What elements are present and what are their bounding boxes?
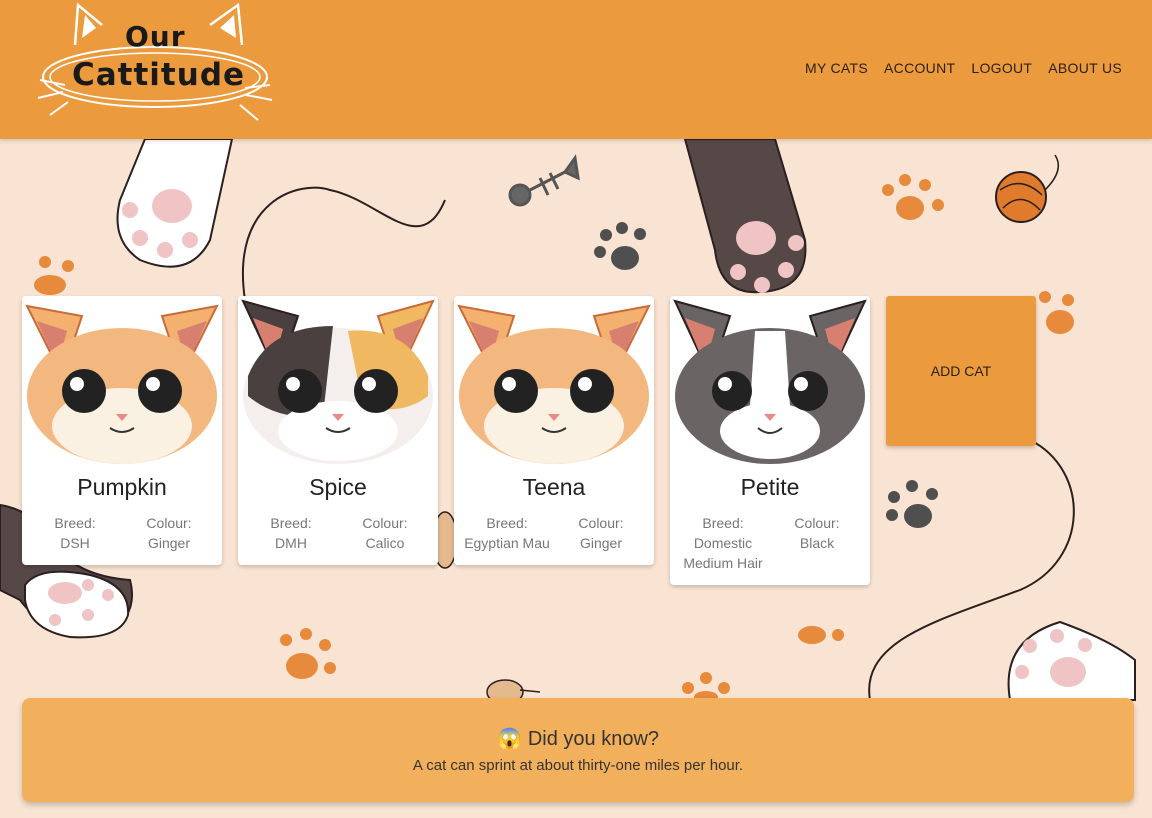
cat-name: Petite <box>740 474 800 500</box>
fishbone-icon <box>508 154 580 207</box>
add-cat-button[interactable]: ADD CAT <box>886 296 1036 446</box>
paw-print-icon <box>34 256 74 295</box>
cat-details: Breed: Domestic Medium Hair Colour: Black <box>670 501 870 585</box>
yarn-ball-icon <box>995 154 1060 223</box>
paw-print-icon <box>594 222 646 270</box>
nav-about-us[interactable]: ABOUT US <box>1048 60 1122 76</box>
breed-value: Egyptian Mau <box>464 535 550 551</box>
fact-body: A cat can sprint at about thirty-one mil… <box>412 757 744 774</box>
breed-value: DSH <box>60 535 90 551</box>
breed-value: DMH <box>275 535 307 551</box>
cat-face-image <box>670 296 870 466</box>
paw-print-icon <box>882 174 944 220</box>
fact-title-row: 😱 Did you know? <box>22 726 1134 751</box>
cat-details: Breed: Egyptian Mau Colour: Ginger <box>454 501 654 565</box>
colour-value: Ginger <box>147 535 191 551</box>
nav-logout[interactable]: LOGOUT <box>971 60 1032 76</box>
colour-label: Colour: <box>362 515 408 531</box>
site-header: Our Cattitude MY CATS ACCOUNT LOGOUT ABO… <box>0 0 1152 139</box>
cat-details: Breed: DSH Colour: Ginger <box>22 501 222 565</box>
breed-value: Domestic Medium Hair <box>683 535 763 571</box>
logo-line-1: Our <box>125 20 186 53</box>
cat-name: Teena <box>522 474 586 500</box>
white-paw-icon <box>116 139 234 268</box>
colour-value: Black <box>799 535 835 551</box>
fact-title: Did you know? <box>527 728 660 750</box>
nav-my-cats[interactable]: MY CATS <box>805 60 868 76</box>
dark-paw-icon <box>683 139 807 294</box>
breed-label: Breed: <box>270 515 312 531</box>
breed-label: Breed: <box>54 515 96 531</box>
colour-label: Colour: <box>794 515 840 531</box>
logo[interactable]: Our Cattitude <box>30 0 280 130</box>
paw-print-icon <box>886 480 938 528</box>
cat-face-image <box>238 296 438 466</box>
cat-name: Pumpkin <box>77 474 167 500</box>
nav-account[interactable]: ACCOUNT <box>884 60 955 76</box>
paw-print-icon <box>280 628 336 679</box>
breed-label: Breed: <box>702 515 744 531</box>
colour-label: Colour: <box>146 515 192 531</box>
cat-name: Spice <box>309 474 367 500</box>
colour-value: Ginger <box>579 535 623 551</box>
cat-details: Breed: DMH Colour: Calico <box>238 501 438 565</box>
main-nav: MY CATS ACCOUNT LOGOUT ABOUT US <box>805 60 1122 76</box>
colour-label: Colour: <box>578 515 624 531</box>
white-paw-icon <box>1007 620 1136 701</box>
paw-print-icon <box>1039 291 1074 334</box>
fun-fact-panel: 😱 Did you know? A cat can sprint at about… <box>22 698 1134 802</box>
cat-card[interactable]: Teena Breed: Egyptian Mau Colour: Ginger <box>454 296 654 565</box>
shocked-face-icon: 😱 <box>496 728 522 750</box>
logo-line-2: Cattitude <box>72 57 246 93</box>
paw-print-icon <box>798 626 844 644</box>
cat-card[interactable]: Spice Breed: DMH Colour: Calico <box>238 296 438 565</box>
cat-card[interactable]: Pumpkin Breed: DSH Colour: Ginger <box>22 296 222 565</box>
breed-label: Breed: <box>486 515 528 531</box>
cat-face-image <box>454 296 654 466</box>
cat-face-image <box>22 296 222 466</box>
cat-card[interactable]: Petite Breed: Domestic Medium Hair Colour… <box>670 296 870 585</box>
colour-value: Calico <box>365 535 405 551</box>
